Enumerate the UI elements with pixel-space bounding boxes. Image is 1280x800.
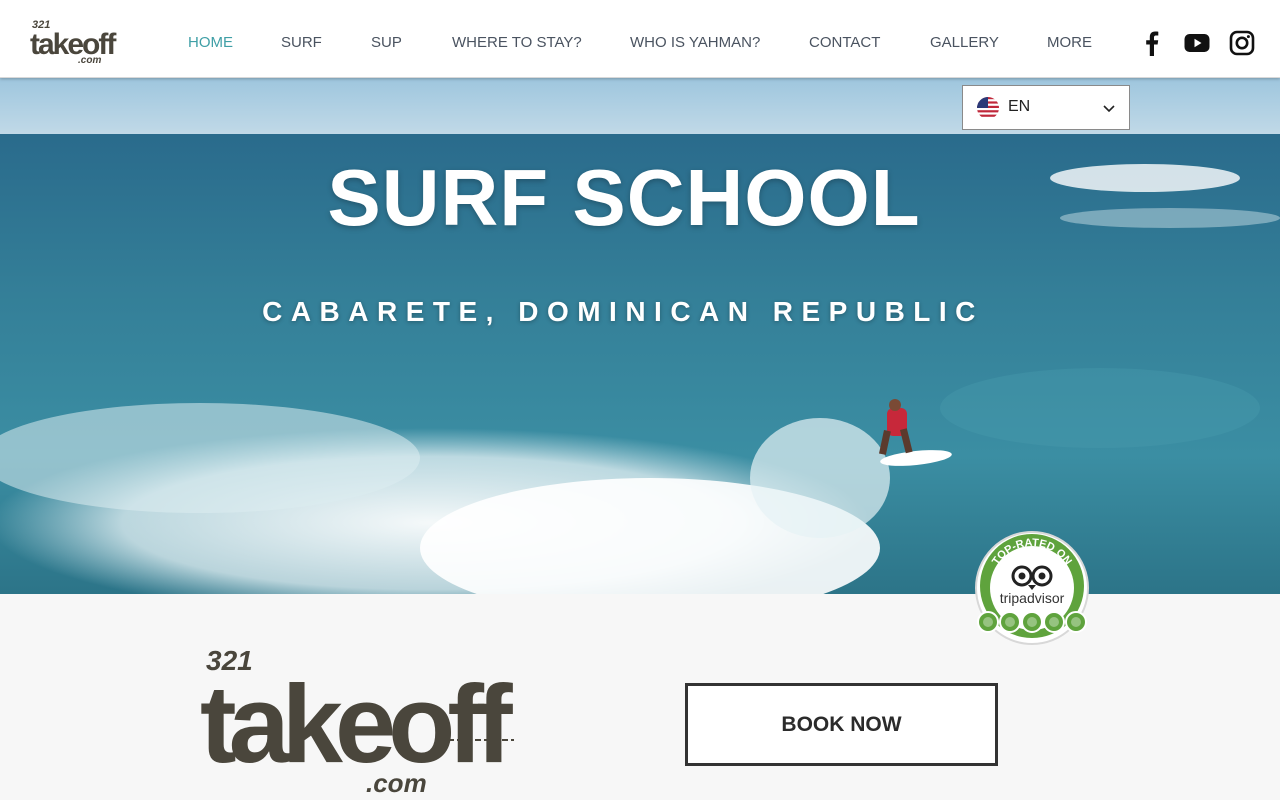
book-now-button[interactable]: BOOK NOW [685, 683, 998, 766]
instagram-icon[interactable] [1229, 30, 1255, 56]
tripadvisor-badge[interactable]: TOP-RATED ON tripadvisor [970, 530, 1094, 648]
nav-where-to-stay[interactable]: WHERE TO STAY? [452, 34, 582, 51]
site-logo[interactable]: 321 takeoff .com [30, 16, 122, 66]
takeoff-logo: 321 takeoff .com [200, 645, 520, 798]
language-code: EN [1008, 98, 1031, 115]
nav-gallery[interactable]: GALLERY [930, 34, 999, 51]
site-header: 321 takeoff .com HOME SURF SUP WHERE TO … [0, 0, 1280, 78]
language-selector[interactable]: EN [962, 85, 1130, 130]
svg-text:.com: .com [366, 768, 427, 798]
nav-sup[interactable]: SUP [371, 34, 402, 51]
chevron-down-icon [1103, 105, 1115, 113]
svg-text:takeoff: takeoff [30, 28, 117, 61]
svg-text:.com: .com [78, 55, 101, 66]
rating-circles [977, 611, 1087, 633]
us-flag-icon [977, 97, 999, 119]
nav-home[interactable]: HOME [188, 34, 233, 51]
badge-brand: tripadvisor [1000, 590, 1065, 606]
hero-section: SURF SCHOOL CABARETE, DOMINICAN REPUBLIC [0, 78, 1280, 594]
svg-text:takeoff: takeoff [200, 663, 513, 786]
nav-who-is-yahman[interactable]: WHO IS YAHMAN? [630, 34, 760, 51]
nav-contact[interactable]: CONTACT [809, 34, 880, 51]
nav-surf[interactable]: SURF [281, 34, 322, 51]
hero-subtitle: CABARETE, DOMINICAN REPUBLIC [262, 296, 984, 327]
youtube-icon[interactable] [1184, 30, 1210, 56]
hero-title: SURF SCHOOL [327, 153, 921, 242]
facebook-icon[interactable] [1139, 30, 1165, 56]
nav-more[interactable]: MORE [1047, 34, 1092, 51]
